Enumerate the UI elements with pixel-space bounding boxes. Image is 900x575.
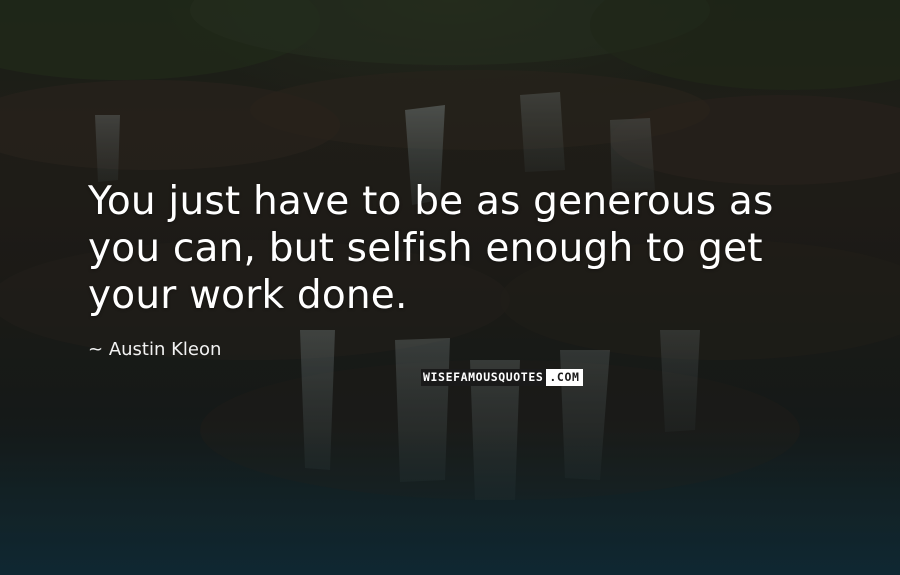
author-name: Austin Kleon — [108, 339, 222, 360]
quote-card: You just have to be as generous as you c… — [0, 0, 900, 575]
site-watermark: WISEFAMOUSQUOTES .COM — [421, 369, 583, 386]
watermark-domain: .COM — [546, 369, 583, 386]
quote-text: You just have to be as generous as you c… — [88, 179, 774, 318]
quote-author: ~ Austin Kleon — [88, 339, 221, 361]
author-prefix: ~ — [88, 339, 104, 360]
watermark-brand: WISEFAMOUSQUOTES — [421, 369, 547, 386]
